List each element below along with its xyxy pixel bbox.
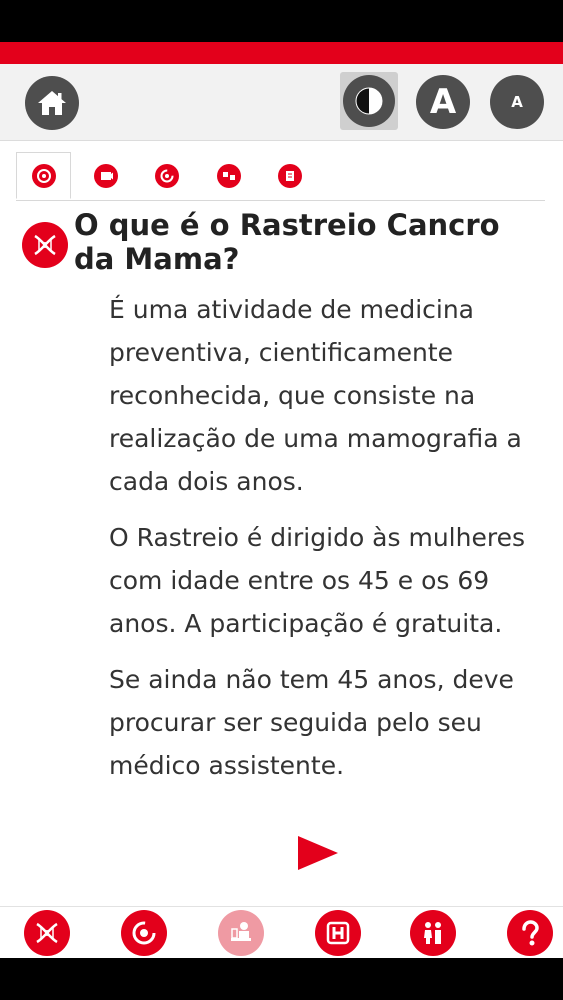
nav-genetics-button[interactable] bbox=[24, 910, 70, 956]
play-arrow-icon bbox=[298, 836, 338, 870]
tab-target[interactable] bbox=[16, 152, 71, 199]
font-size-large-button[interactable]: A bbox=[416, 75, 470, 129]
help-icon bbox=[522, 920, 539, 946]
section-tabs bbox=[16, 152, 545, 201]
home-icon bbox=[38, 91, 66, 115]
patient-icon bbox=[231, 922, 251, 941]
family-icon bbox=[424, 922, 441, 944]
tab-cycle[interactable] bbox=[139, 152, 194, 200]
contrast-icon bbox=[355, 87, 383, 115]
article-paragraph: É uma atividade de medicina preventiva, … bbox=[109, 295, 522, 496]
contrast-button[interactable] bbox=[343, 75, 395, 127]
nav-help-button[interactable] bbox=[507, 910, 553, 956]
font-size-small-button[interactable]: A bbox=[490, 75, 544, 129]
group-icon bbox=[222, 172, 235, 180]
target-icon bbox=[36, 168, 51, 183]
nav-cycle-button[interactable] bbox=[121, 910, 167, 956]
cycle-icon bbox=[160, 169, 173, 183]
font-small-label: A bbox=[511, 93, 523, 111]
article-paragraph: Se ainda não tem 45 anos, deve procurar … bbox=[109, 665, 514, 780]
nav-hospital-button[interactable] bbox=[315, 910, 361, 956]
cycle-icon bbox=[132, 921, 156, 945]
nav-patient-button[interactable] bbox=[218, 910, 264, 956]
article-body: É uma atividade de medicina preventiva, … bbox=[109, 288, 549, 800]
article-paragraph: O Rastreio é dirigido às mulheres com id… bbox=[109, 523, 525, 638]
tab-document[interactable] bbox=[262, 152, 317, 200]
home-button[interactable] bbox=[25, 76, 79, 130]
section-dna-badge bbox=[22, 222, 68, 268]
status-bar bbox=[0, 0, 563, 42]
hospital-icon bbox=[326, 921, 350, 945]
tab-group[interactable] bbox=[201, 152, 256, 200]
nav-family-button[interactable] bbox=[410, 910, 456, 956]
dna-icon bbox=[36, 922, 58, 944]
font-large-label: A bbox=[429, 82, 457, 122]
video-icon bbox=[100, 172, 113, 180]
tab-video[interactable] bbox=[78, 152, 133, 200]
dna-icon bbox=[34, 234, 56, 256]
document-icon bbox=[285, 171, 294, 181]
system-navigation-bar bbox=[0, 958, 563, 1000]
next-page-button[interactable] bbox=[296, 834, 340, 872]
brand-strip bbox=[0, 42, 563, 64]
bottom-navigation bbox=[0, 906, 563, 958]
page-title: O que é o Rastreio Cancro da Mama? bbox=[74, 208, 500, 276]
top-toolbar: A A bbox=[0, 64, 563, 141]
